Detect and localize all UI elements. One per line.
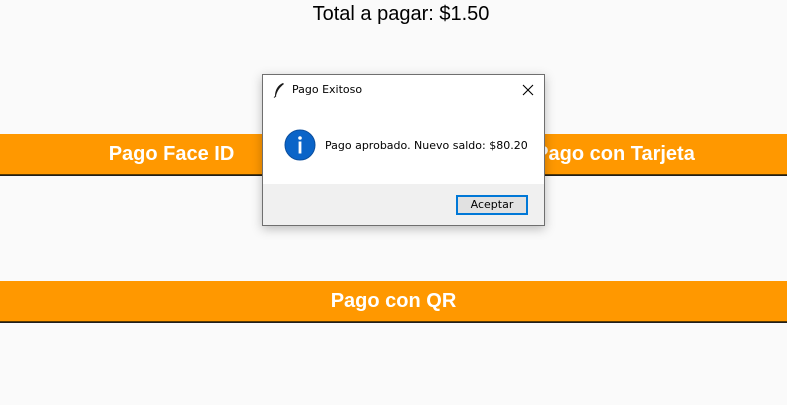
close-button[interactable] — [512, 75, 544, 105]
dialog-body: Pago aprobado. Nuevo saldo: $80.20 — [263, 105, 544, 184]
info-icon — [284, 129, 316, 161]
accept-button[interactable]: Aceptar — [456, 195, 528, 215]
dialog-title: Pago Exitoso — [292, 83, 363, 96]
pay-qr-button[interactable]: Pago con QR — [0, 281, 787, 322]
payment-success-dialog: Pago Exitoso Pago aprobado. Nuevo saldo:… — [262, 74, 545, 226]
dialog-titlebar[interactable]: Pago Exitoso — [263, 75, 544, 105]
close-icon — [522, 81, 534, 100]
feather-icon — [272, 82, 286, 98]
dialog-message: Pago aprobado. Nuevo saldo: $80.20 — [325, 139, 528, 152]
total-to-pay: Total a pagar: $1.50 — [312, 3, 490, 25]
dialog-footer: Aceptar — [263, 184, 544, 225]
